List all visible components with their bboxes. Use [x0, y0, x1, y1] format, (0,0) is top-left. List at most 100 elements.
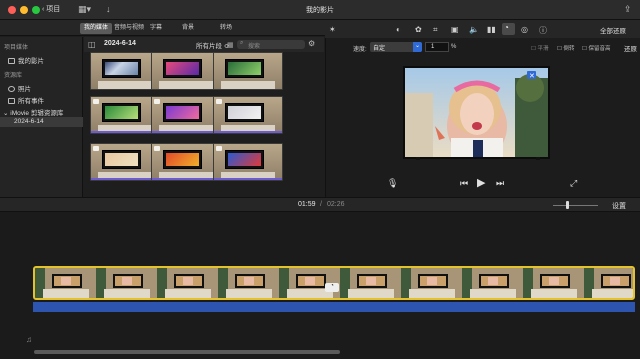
clip-thumbnail[interactable]	[90, 143, 160, 181]
browser-date: 2024-6-14	[104, 40, 136, 47]
info-icon[interactable]: ⓘ	[539, 25, 547, 36]
filmstrip-frame	[96, 268, 158, 298]
filmstrip-frame	[35, 268, 97, 298]
imovie-window: ‹ 项目 ▦▾ ↓ 我的影片 ⇪ 我的媒体 音频与视频 字幕 背景 转场 项目媒…	[0, 0, 640, 359]
speed-indicator-icon[interactable]: ◔	[325, 283, 339, 292]
zoom-slider-knob[interactable]	[566, 201, 569, 209]
maximize-window-button[interactable]	[32, 6, 40, 14]
preserve-pitch-checkbox[interactable]: ☐ 保留音高	[582, 44, 610, 52]
noise-reduction-icon[interactable]: ▮▮	[487, 25, 496, 34]
clip-thumbnail[interactable]	[213, 143, 283, 181]
color-correction-icon[interactable]: ✿	[415, 25, 422, 34]
media-import-icon[interactable]: ▦▾	[78, 4, 91, 15]
speed-button-active[interactable]: ◔	[502, 23, 515, 35]
speed-percent-input[interactable]: 1	[425, 42, 449, 52]
clip-thumbnail[interactable]	[213, 52, 283, 90]
search-input[interactable]: ⌕ 搜索	[237, 40, 305, 50]
photos-icon	[8, 86, 15, 92]
camera-icon	[154, 99, 160, 104]
clip-thumbnail[interactable]	[151, 96, 221, 134]
speed-label: 速度:	[353, 47, 367, 53]
clip-thumbnail[interactable]	[213, 96, 283, 134]
speedometer-icon: ◔	[504, 23, 509, 32]
volume-icon[interactable]: 🔈	[469, 25, 479, 34]
download-icon[interactable]: ↓	[106, 4, 111, 14]
tv-foot-left	[416, 157, 420, 160]
window-title: 我的影片	[306, 7, 334, 14]
filmstrip-frame	[523, 268, 585, 298]
filmstrip-frame	[157, 268, 219, 298]
smooth-checkbox[interactable]: ☐ 平滑	[531, 44, 548, 52]
filmstrip-frame	[401, 268, 463, 298]
filmstrip-frame	[584, 268, 633, 298]
timeline-settings-button[interactable]: 设置	[612, 201, 626, 211]
timeline-scrollbar[interactable]	[34, 350, 340, 354]
camera-icon	[93, 99, 99, 104]
clip-thumbnail[interactable]	[90, 96, 160, 134]
grid-view-icon[interactable]: ▦	[227, 41, 234, 49]
clip-thumbnail[interactable]	[90, 52, 160, 90]
clip-thumbnail[interactable]	[151, 52, 221, 90]
svg-text:✕: ✕	[529, 72, 535, 80]
filmstrip-frame	[340, 268, 402, 298]
music-note-icon: ♫	[26, 335, 32, 344]
sidebar-item-library[interactable]: ⌄ iMovie 剪辑资源库	[3, 107, 63, 117]
clip-filter-dropdown[interactable]: 所有片段 ≎	[196, 40, 229, 50]
filmstrip-frame	[218, 268, 280, 298]
library-sidebar: 项目媒体 我的影片 资源库 照片 所有事件 ⌄ iMovie 剪辑资源库 202…	[0, 37, 83, 197]
search-icon: ⌕	[240, 40, 244, 46]
sidebar-section-libraries: 资源库	[4, 73, 23, 79]
filmstrip-frame	[462, 268, 524, 298]
back-to-projects-button[interactable]: ‹ 项目	[42, 4, 60, 14]
magic-wand-icon[interactable]: ✶	[329, 25, 336, 34]
sidebar-section-project-media: 项目媒体	[4, 45, 29, 51]
clip-thumbnail[interactable]	[151, 143, 221, 181]
reset-all-button[interactable]: 全部还原	[600, 25, 626, 35]
camera-icon	[216, 99, 222, 104]
sidebar-item-my-movie[interactable]: 我的影片	[8, 55, 44, 65]
reverse-checkbox[interactable]: ☐ 倒转	[557, 44, 574, 52]
crop-icon[interactable]: ⌗	[433, 25, 438, 35]
microphone-icon[interactable]: 🎙	[387, 178, 398, 189]
camera-icon	[154, 146, 160, 151]
film-icon	[8, 58, 15, 64]
sidebar-toggle-icon[interactable]: ◫	[88, 40, 96, 49]
tab-my-media[interactable]: 我的媒体	[80, 23, 113, 34]
search-placeholder: 搜索	[248, 44, 261, 50]
star-icon	[8, 98, 15, 104]
clip-filter-icon[interactable]: ◎	[521, 25, 528, 34]
speed-select[interactable]: 自定 ⌄	[370, 42, 422, 52]
total-time: 02:26	[327, 201, 345, 208]
play-button[interactable]: ▶	[477, 176, 485, 189]
camera-icon	[93, 146, 99, 151]
share-icon[interactable]: ⇪	[624, 4, 632, 15]
tv-foot-right	[536, 157, 540, 160]
preview-scene: ✕	[405, 68, 548, 157]
sidebar-item-event-label: 2024-6-14	[14, 118, 44, 125]
stabilization-icon[interactable]: ▣	[451, 25, 459, 34]
tab-titles[interactable]: 字幕	[146, 23, 166, 34]
close-window-button[interactable]	[8, 6, 16, 14]
zoom-slider[interactable]	[553, 205, 598, 206]
sidebar-item-all-events[interactable]: 所有事件	[8, 95, 44, 105]
back-label: 项目	[46, 6, 61, 13]
timecode-bar: 01:59 / 02:26 设置	[0, 197, 640, 212]
tab-audio-video[interactable]: 音频与视频	[110, 23, 148, 34]
tab-transitions[interactable]: 转场	[216, 23, 236, 34]
camera-icon	[216, 146, 222, 151]
video-preview-image: ✕	[405, 68, 548, 157]
reset-button[interactable]: 还原	[624, 43, 637, 53]
fullscreen-icon[interactable]: ⤢	[570, 178, 577, 189]
settings-gear-icon[interactable]: ⚙	[308, 39, 315, 48]
viewer-toolbar	[325, 20, 640, 38]
skip-forward-icon[interactable]: ⏭	[496, 178, 504, 189]
current-time: 01:59	[298, 201, 316, 208]
title-bar: ‹ 项目 ▦▾ ↓ 我的影片 ⇪	[0, 0, 640, 20]
skip-back-icon[interactable]: ⏮	[460, 178, 468, 189]
time-separator: /	[320, 201, 322, 208]
sidebar-item-photos[interactable]: 照片	[8, 83, 31, 93]
minimize-window-button[interactable]	[20, 6, 28, 14]
clip-audio-waveform	[33, 302, 635, 312]
color-balance-icon[interactable]: ◐	[396, 25, 401, 34]
tab-backgrounds[interactable]: 背景	[178, 23, 198, 34]
